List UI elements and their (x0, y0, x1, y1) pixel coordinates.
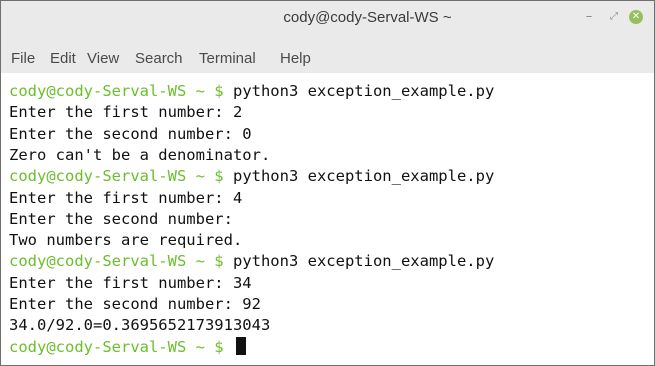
shell-command: python3 exception_example.py (232, 82, 495, 100)
menu-edit[interactable]: Edit (50, 45, 76, 73)
title-bar-spacer (1, 35, 654, 45)
menu-terminal[interactable]: Terminal (199, 45, 256, 73)
maximize-icon[interactable]: ⤢ (604, 7, 624, 27)
minimize-icon[interactable]: – (579, 7, 599, 27)
prompt-line: cody@cody-Serval-WS ~ $ python3 exceptio… (9, 166, 494, 187)
shell-prompt: cody@cody-Serval-WS ~ $ (9, 337, 224, 356)
shell-command: python3 exception_example.py (232, 252, 495, 271)
prompt-line: cody@cody-Serval-WS ~ $ (9, 336, 246, 358)
menu-file[interactable]: File (11, 45, 35, 73)
output-line: Enter the first number: 34 (9, 273, 252, 292)
menu-view[interactable]: View (87, 45, 119, 73)
menu-bar: File Edit View Search Terminal Help (1, 45, 654, 73)
output-line: Enter the second number: (9, 209, 233, 228)
prompt-line: cody@cody-Serval-WS ~ $ python3 exceptio… (9, 81, 494, 102)
output-line: Enter the first number: 2 (9, 103, 243, 122)
shell-prompt: cody@cody-Serval-WS ~ $ (9, 252, 224, 271)
output-line: 34.0/92.0=0.3695652173913043 (9, 316, 271, 335)
terminal-window: cody@cody-Serval-WS ~ – ⤢ ✕ File Edit Vi… (0, 0, 655, 366)
menu-search[interactable]: Search (135, 45, 183, 73)
shell-prompt: cody@cody-Serval-WS ~ $ (9, 82, 224, 100)
prompt-line: cody@cody-Serval-WS ~ $ python3 exceptio… (9, 251, 494, 272)
text-cursor (235, 336, 246, 355)
menu-help[interactable]: Help (280, 45, 311, 73)
output-line: Two numbers are required. (9, 231, 243, 250)
output-line: Zero can't be a denominator. (9, 145, 271, 164)
title-bar[interactable]: cody@cody-Serval-WS ~ – ⤢ ✕ (1, 1, 654, 35)
shell-command: python3 exception_example.py (232, 167, 495, 186)
output-line: Enter the second number: 0 (9, 124, 252, 143)
output-line: Enter the first number: 4 (9, 188, 243, 207)
window-title: cody@cody-Serval-WS ~ (283, 9, 452, 26)
terminal-output[interactable]: cody@cody-Serval-WS ~ $ python3 exceptio… (1, 79, 654, 365)
close-icon[interactable]: ✕ (629, 10, 643, 24)
shell-prompt: cody@cody-Serval-WS ~ $ (9, 167, 224, 186)
output-line: Enter the second number: 92 (9, 295, 261, 313)
